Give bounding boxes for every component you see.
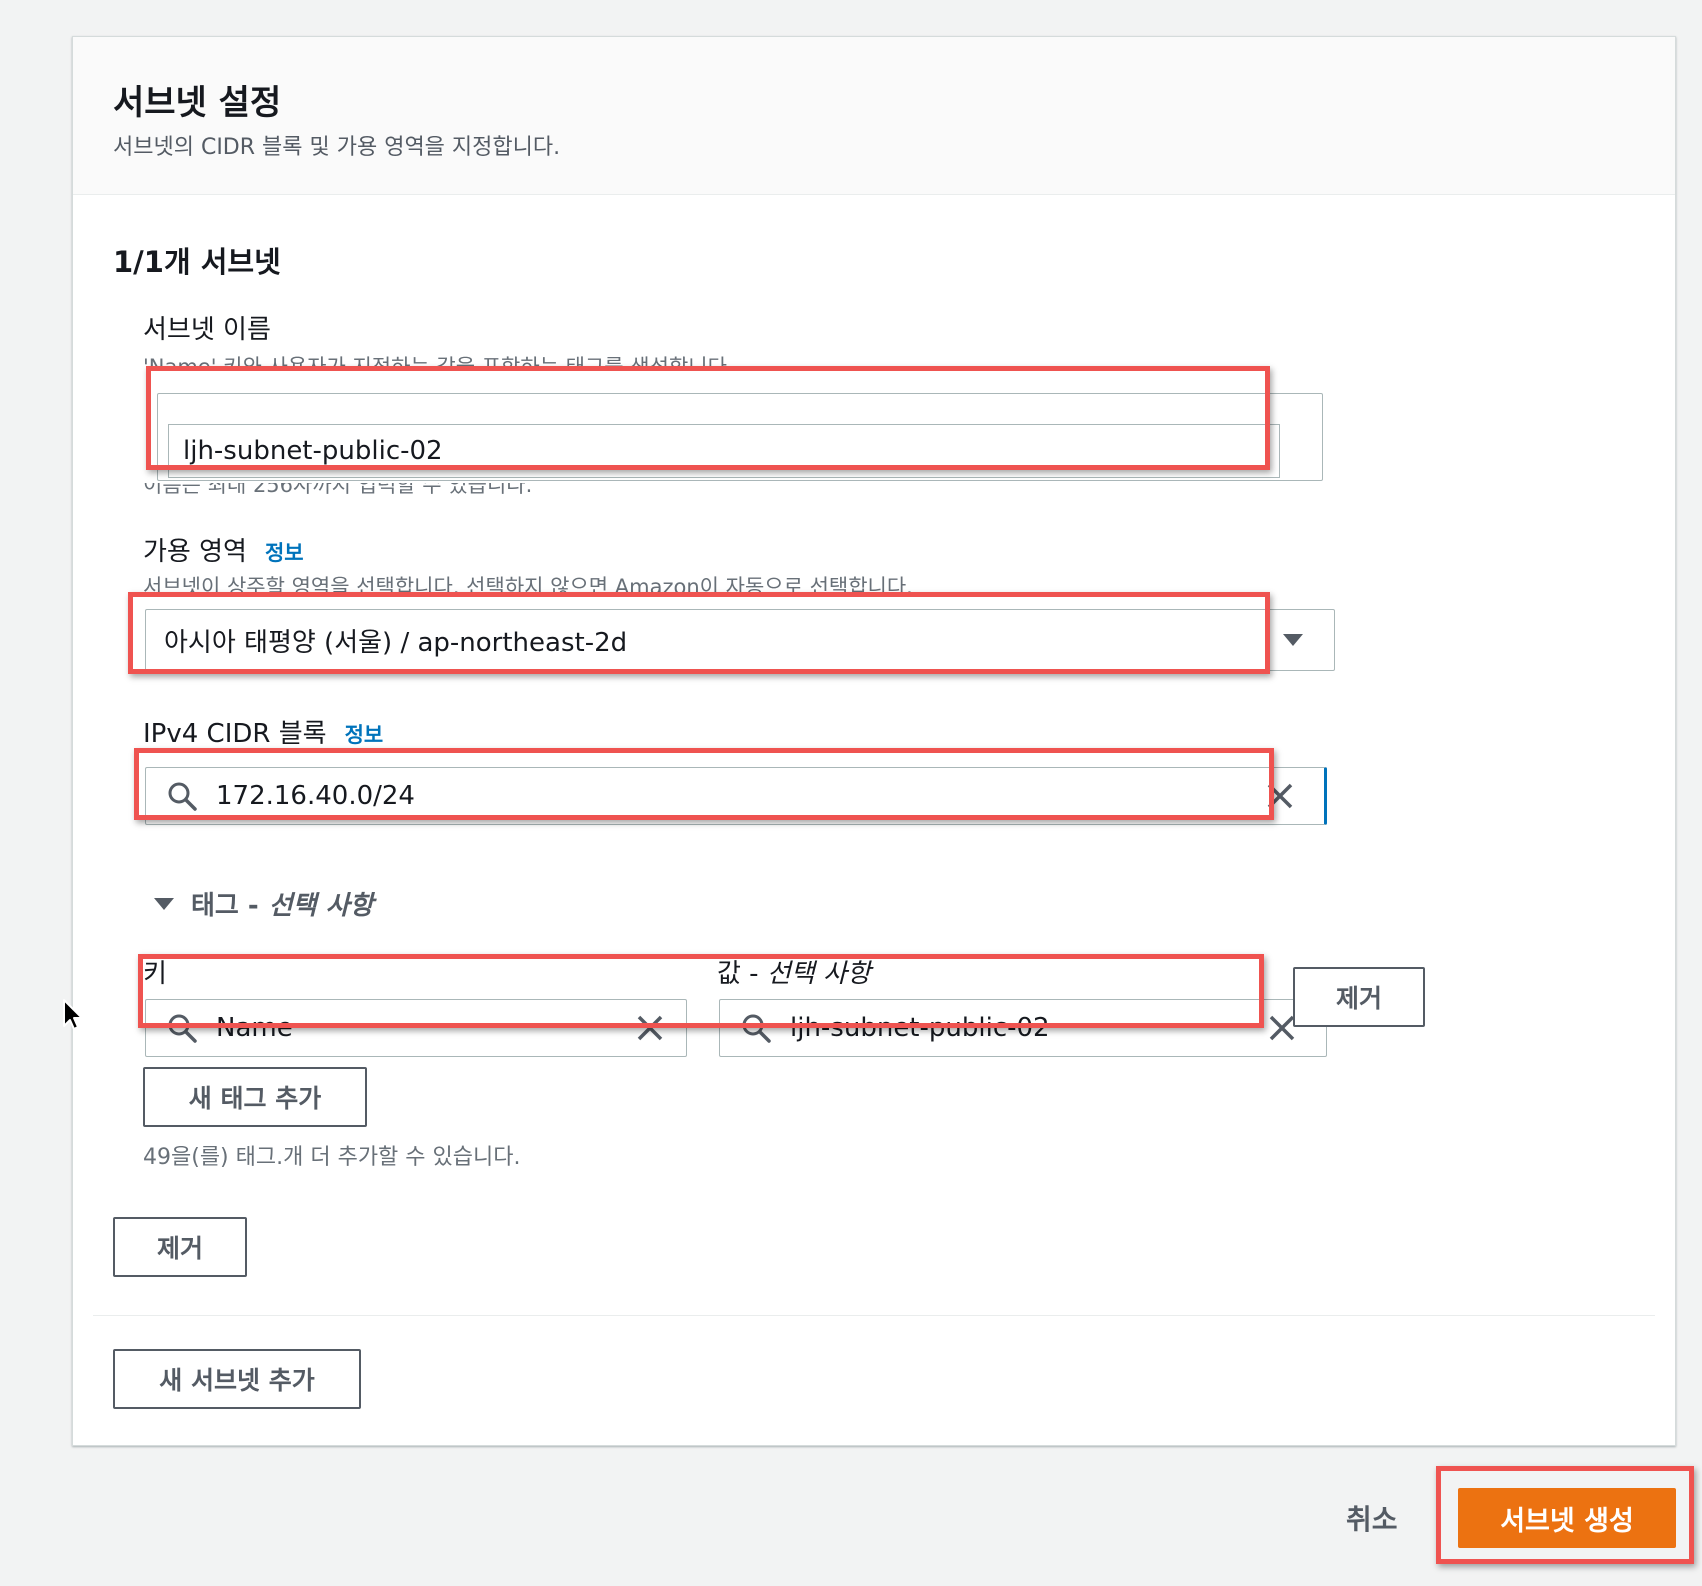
cidr-value: 172.16.40.0/24 <box>216 781 415 811</box>
tags-toggle[interactable]: 태그 - 선택 사항 <box>153 885 373 922</box>
tag-key-label: 키 <box>143 959 167 989</box>
clear-icon[interactable] <box>1266 782 1294 810</box>
divider <box>93 1315 1655 1316</box>
remove-tag-button[interactable]: 제거 <box>1293 967 1425 1027</box>
search-icon <box>168 1014 197 1043</box>
add-tag-button[interactable]: 새 태그 추가 <box>143 1067 367 1127</box>
remove-subnet-button[interactable]: 제거 <box>113 1217 247 1277</box>
tag-key-input[interactable]: Name <box>145 999 687 1057</box>
panel-header: 서브넷 설정 서브넷의 CIDR 블록 및 가용 영역을 지정합니다. <box>73 37 1675 195</box>
search-icon <box>168 782 197 811</box>
section-title: 서브넷 설정 <box>113 83 282 123</box>
tag-key-value: Name <box>216 1013 293 1043</box>
subnet-name-input[interactable]: ljh-subnet-public-02 <box>157 393 1323 481</box>
tag-value-label: 값 - 선택 사항 <box>717 953 871 990</box>
mouse-cursor-icon <box>63 999 83 1030</box>
az-info-link[interactable]: 정보 <box>265 541 304 565</box>
clear-icon[interactable] <box>1268 1014 1296 1042</box>
create-subnet-button[interactable]: 서브넷 생성 <box>1458 1488 1676 1548</box>
tag-key-content: Name <box>166 1012 293 1044</box>
az-label: 가용 영역 정보 <box>143 531 304 568</box>
caret-down-icon <box>1283 634 1303 646</box>
tag-value-content: ljh-subnet-public-02 <box>740 1012 1050 1044</box>
tag-value-label-optional: 선택 사항 <box>766 959 871 989</box>
subnet-name-description: 'Name' 키와 사용자가 지정하는 값을 포함하는 태그를 생성합니다. <box>143 355 734 371</box>
az-select-value: 아시아 태평양 (서울) / ap-northeast-2d <box>164 627 628 658</box>
subnet-name-constraint: 이름은 최대 256자까지 입력할 수 있습니다. <box>143 483 533 497</box>
cidr-input-content: 172.16.40.0/24 <box>166 780 415 812</box>
cidr-info-link[interactable]: 정보 <box>345 723 384 747</box>
subnet-name-value: ljh-subnet-public-02 <box>183 436 443 466</box>
az-select[interactable]: 아시아 태평양 (서울) / ap-northeast-2d <box>145 609 1335 671</box>
subnet-count: 1/1개 서브넷 <box>113 245 281 279</box>
cidr-input[interactable]: 172.16.40.0/24 <box>145 767 1327 825</box>
tags-toggle-optional: 선택 사항 <box>268 891 374 921</box>
caret-down-icon <box>154 897 174 910</box>
tag-value-label-text: 값 - <box>717 959 759 989</box>
az-description: 서브넷이 상주할 영역을 선택합니다. 선택하지 않으면 Amazon이 자동으… <box>143 575 913 599</box>
section-description: 서브넷의 CIDR 블록 및 가용 영역을 지정합니다. <box>113 135 561 160</box>
subnet-name-label: 서브넷 이름 <box>143 315 271 345</box>
tags-toggle-label: 태그 - <box>191 891 259 921</box>
az-label-text: 가용 영역 <box>143 537 247 567</box>
tag-value-value: ljh-subnet-public-02 <box>790 1013 1050 1043</box>
cancel-button[interactable]: 취소 <box>1346 1498 1398 1538</box>
tag-value-input[interactable]: ljh-subnet-public-02 <box>719 999 1327 1057</box>
cidr-label: IPv4 CIDR 블록 정보 <box>143 713 383 750</box>
add-subnet-button[interactable]: 새 서브넷 추가 <box>113 1349 361 1409</box>
tags-remaining: 49을(를) 태그.개 더 추가할 수 있습니다. <box>143 1145 521 1170</box>
subnet-settings-panel: 서브넷 설정 서브넷의 CIDR 블록 및 가용 영역을 지정합니다. 1/1개… <box>72 36 1676 1446</box>
search-icon <box>742 1014 771 1043</box>
clear-icon[interactable] <box>636 1014 664 1042</box>
cidr-label-text: IPv4 CIDR 블록 <box>143 719 327 749</box>
